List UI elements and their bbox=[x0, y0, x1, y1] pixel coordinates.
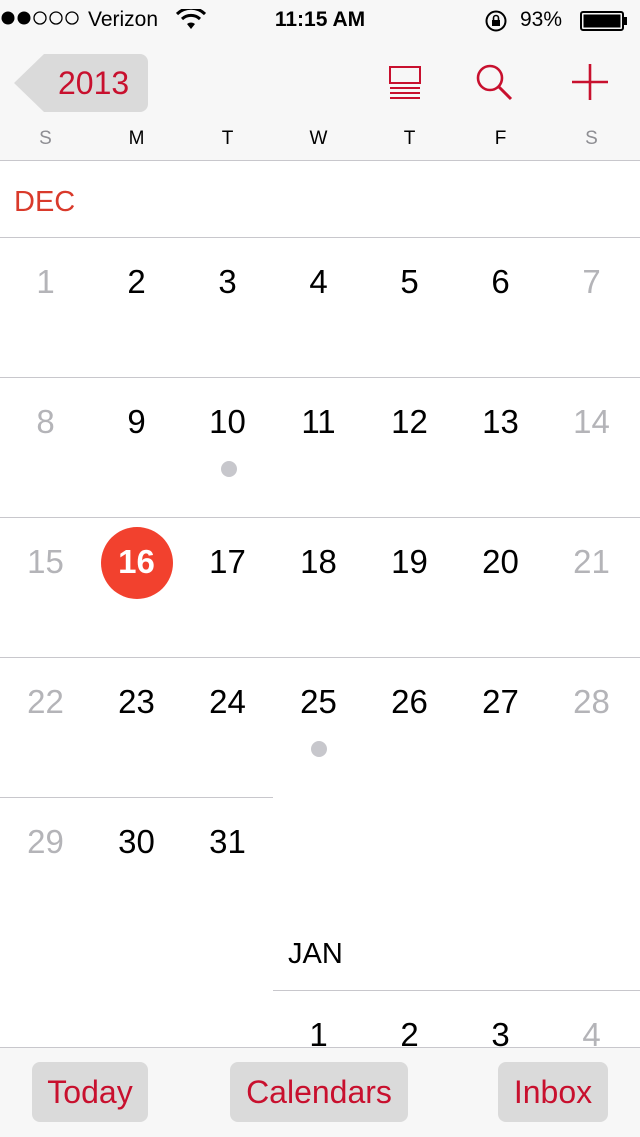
battery-percent: 93% bbox=[520, 8, 563, 31]
day-cell[interactable]: 1 bbox=[0, 263, 91, 301]
weekday-label: F bbox=[494, 128, 507, 149]
month-label-dec: DEC bbox=[14, 186, 76, 218]
weekday-label: M bbox=[128, 128, 145, 149]
week-divider bbox=[0, 377, 640, 378]
day-cell[interactable]: 22 bbox=[0, 683, 91, 721]
back-button-label: 2013 bbox=[58, 65, 130, 101]
week-divider bbox=[0, 657, 640, 658]
day-cell[interactable]: 5 bbox=[364, 263, 455, 301]
day-cell[interactable]: 24 bbox=[182, 683, 273, 721]
week-divider bbox=[0, 797, 273, 798]
weekday-label: S bbox=[585, 128, 598, 149]
status-bar: Verizon 11:15 AM 93% bbox=[0, 0, 640, 40]
search-icon[interactable] bbox=[474, 62, 514, 102]
battery-icon bbox=[580, 11, 627, 31]
inbox-button[interactable]: Inbox bbox=[498, 1062, 608, 1122]
event-indicator-dot bbox=[311, 741, 327, 757]
day-cell-today[interactable]: 16 bbox=[91, 543, 182, 581]
day-cell[interactable]: 27 bbox=[455, 683, 546, 721]
day-cell[interactable]: 31 bbox=[182, 823, 273, 861]
day-cell[interactable]: 6 bbox=[455, 263, 546, 301]
day-cell[interactable]: 28 bbox=[546, 683, 637, 721]
day-cell[interactable]: 4 bbox=[273, 263, 364, 301]
weekday-label: W bbox=[309, 128, 328, 149]
day-cell[interactable]: 11 bbox=[273, 403, 364, 441]
navigation-bar: 2013 S M T W T F S bbox=[0, 40, 640, 160]
day-cell[interactable]: 12 bbox=[364, 403, 455, 441]
add-icon[interactable] bbox=[570, 62, 610, 102]
day-cell[interactable]: 30 bbox=[91, 823, 182, 861]
day-cell[interactable]: 29 bbox=[0, 823, 91, 861]
weekday-label: S bbox=[39, 128, 52, 149]
event-indicator-dot bbox=[221, 461, 237, 477]
day-cell[interactable]: 18 bbox=[273, 543, 364, 581]
day-cell[interactable]: 15 bbox=[0, 543, 91, 581]
weekday-label: T bbox=[403, 128, 416, 149]
day-cell[interactable]: 13 bbox=[455, 403, 546, 441]
month-label-jan: JAN bbox=[288, 938, 343, 970]
week-divider bbox=[0, 517, 640, 518]
day-cell[interactable]: 23 bbox=[91, 683, 182, 721]
day-cell[interactable]: 10 bbox=[182, 403, 273, 441]
month-divider bbox=[0, 237, 640, 238]
day-cell[interactable]: 7 bbox=[546, 263, 637, 301]
calendars-button[interactable]: Calendars bbox=[230, 1062, 408, 1122]
day-cell[interactable]: 9 bbox=[91, 403, 182, 441]
weekday-label: T bbox=[221, 128, 234, 149]
day-cell[interactable]: 8 bbox=[0, 403, 91, 441]
rotation-lock-icon bbox=[485, 10, 507, 32]
day-cell[interactable]: 21 bbox=[546, 543, 637, 581]
weekday-header: S M T W T F S bbox=[0, 128, 640, 158]
day-cell[interactable]: 20 bbox=[455, 543, 546, 581]
list-icon[interactable] bbox=[386, 62, 426, 102]
month-divider bbox=[273, 990, 640, 991]
day-cell[interactable]: 25 bbox=[273, 683, 364, 721]
back-button[interactable]: 2013 bbox=[14, 54, 148, 112]
nav-divider bbox=[0, 160, 640, 161]
day-cell[interactable]: 14 bbox=[546, 403, 637, 441]
today-button[interactable]: Today bbox=[32, 1062, 148, 1122]
bottom-toolbar: Today Calendars Inbox bbox=[0, 1047, 640, 1137]
day-cell[interactable]: 19 bbox=[364, 543, 455, 581]
day-cell[interactable]: 17 bbox=[182, 543, 273, 581]
day-cell[interactable]: 3 bbox=[182, 263, 273, 301]
day-cell[interactable]: 2 bbox=[91, 263, 182, 301]
day-cell[interactable]: 26 bbox=[364, 683, 455, 721]
